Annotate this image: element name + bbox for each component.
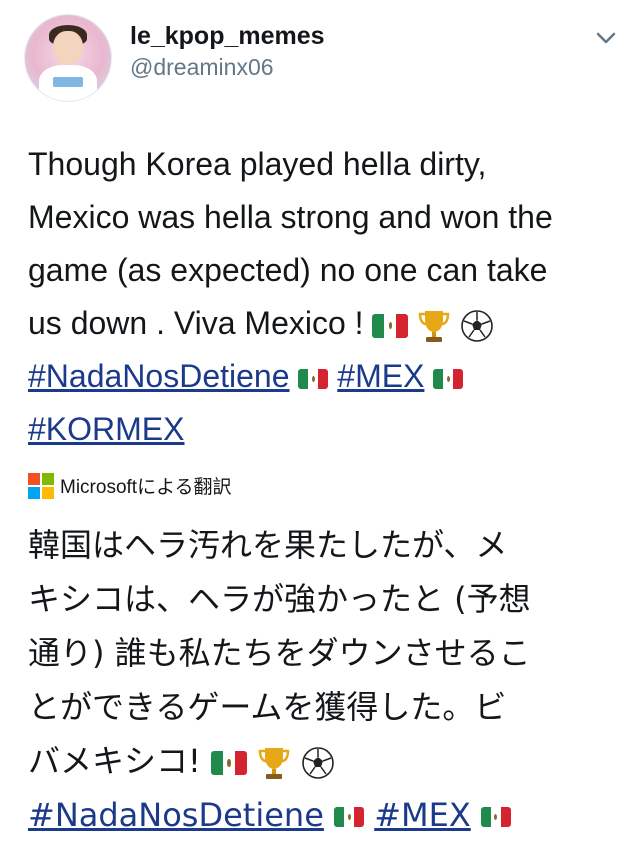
avatar-face bbox=[53, 31, 83, 65]
tweet-text: Though Korea played hella dirty, Mexico … bbox=[28, 138, 628, 456]
mexico-flag-icon bbox=[480, 807, 511, 827]
tweet-header: le_kpop_memes @dreaminx06 bbox=[0, 0, 640, 110]
chevron-down-icon[interactable] bbox=[592, 24, 620, 52]
translated-line: 韓国はヘラ汚れを果たしたが、メ bbox=[28, 526, 508, 564]
hashtag-link[interactable]: #KORMEX bbox=[28, 411, 184, 447]
display-name[interactable]: le_kpop_memes bbox=[130, 22, 325, 51]
user-handle[interactable]: @dreaminx06 bbox=[130, 54, 274, 81]
microsoft-logo-icon bbox=[28, 472, 54, 499]
avatar[interactable] bbox=[24, 14, 112, 102]
tweet-line-text: us down . Viva Mexico ! bbox=[28, 305, 373, 341]
mexico-flag-icon bbox=[298, 368, 329, 389]
trophy-icon bbox=[419, 310, 450, 342]
hashtag-link[interactable]: #NadaNosDetiene bbox=[28, 358, 290, 394]
translation-attribution[interactable]: Microsoftによる翻訳 bbox=[28, 472, 232, 502]
translated-line-text: バメキシコ! bbox=[28, 742, 201, 780]
translated-line: #NadaNosDetiene #MEX bbox=[28, 788, 628, 842]
soccer-ball-icon bbox=[461, 309, 494, 342]
tweet-line: Mexico was hella strong and won the bbox=[28, 199, 553, 235]
tweet-line: us down . Viva Mexico ! bbox=[28, 297, 628, 350]
translated-line: キシコは、ヘラが強かったと (予想 bbox=[28, 580, 531, 618]
translated-line: 通り) 誰も私たちをダウンさせるこ bbox=[28, 634, 531, 672]
trophy-icon bbox=[258, 748, 290, 779]
mexico-flag-icon bbox=[372, 313, 409, 338]
tweet-line: #KORMEX bbox=[28, 403, 628, 456]
hashtag-link[interactable]: #MEX bbox=[374, 796, 471, 834]
tweet-line: game (as expected) no one can take bbox=[28, 252, 548, 288]
hashtag-link[interactable]: #NadaNosDetiene bbox=[28, 796, 324, 834]
mexico-flag-icon bbox=[334, 807, 365, 827]
translation-label: Microsoftによる翻訳 bbox=[60, 477, 232, 498]
avatar-badge bbox=[53, 77, 83, 87]
mexico-flag-icon bbox=[211, 751, 247, 775]
mexico-flag-icon bbox=[433, 368, 464, 389]
translated-text: 韓国はヘラ汚れを果たしたが、メ キシコは、ヘラが強かったと (予想 通り) 誰も… bbox=[28, 518, 628, 842]
tweet-line: Though Korea played hella dirty, bbox=[28, 146, 487, 182]
soccer-ball-icon bbox=[302, 747, 335, 779]
translated-line: バメキシコ! bbox=[28, 734, 628, 788]
tweet-line: #NadaNosDetiene #MEX bbox=[28, 350, 628, 403]
translated-line: とができるゲームを獲得した。ビ bbox=[28, 688, 507, 726]
hashtag-link[interactable]: #MEX bbox=[337, 358, 424, 394]
